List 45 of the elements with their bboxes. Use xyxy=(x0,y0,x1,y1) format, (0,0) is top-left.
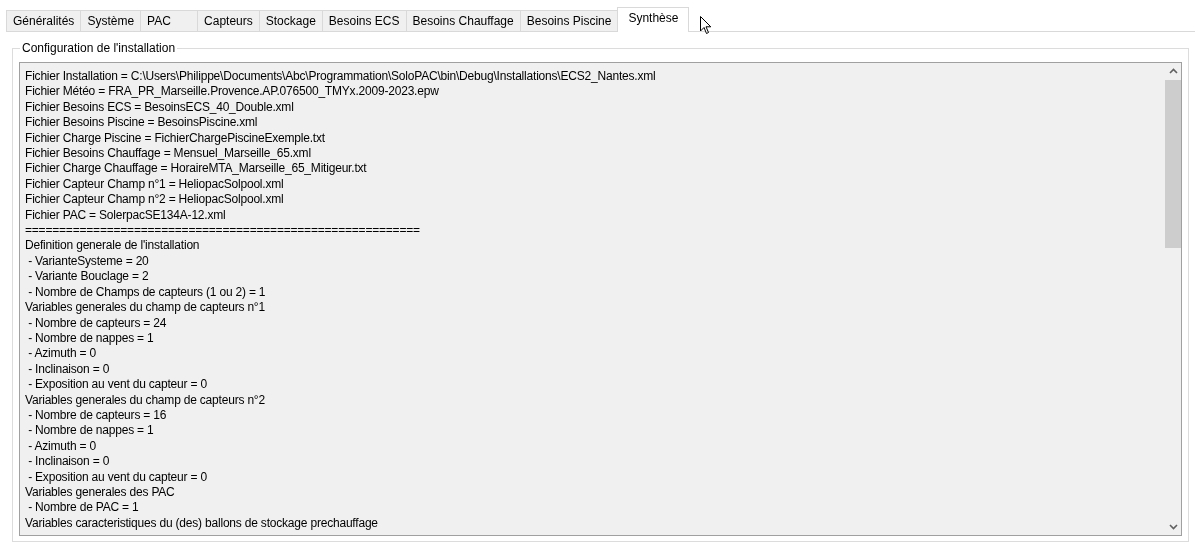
text-line: - Nombre de capteurs = 24 xyxy=(27,315,168,331)
tab[interactable]: Généralités xyxy=(6,10,82,31)
tab[interactable]: Besoins ECS xyxy=(321,10,407,31)
tab[interactable]: Capteurs xyxy=(197,10,260,31)
tab[interactable]: Stockage xyxy=(258,10,323,31)
text-line: Variables generales du champ de capteurs n°2 xyxy=(25,392,266,408)
text-line: Fichier Météo = FRA_PR_Marseille.Provence.AP.076500_TMYx.2009-2023.epw xyxy=(25,84,440,100)
text-line: Definition generale de l'installation xyxy=(25,238,201,254)
tab[interactable]: Besoins Piscine xyxy=(519,10,619,31)
text-line: - Nombre de nappes = 1 xyxy=(27,330,155,347)
text-line: Variables generales du champ de capteurs n°1 xyxy=(25,300,266,316)
scroll-down-icon[interactable] xyxy=(1168,524,1178,530)
text-line: Variables generales des PAC xyxy=(25,484,176,501)
text-line: - Azimuth = 0 xyxy=(27,346,97,362)
tab[interactable]: Besoins Chauffage xyxy=(405,10,521,31)
tab[interactable]: Synthèse xyxy=(617,7,690,32)
text-line: - Variante Bouclage = 2 xyxy=(27,269,150,285)
tab[interactable]: Système xyxy=(80,10,142,31)
text-line: - Exposition au vent du capteur = 0 xyxy=(27,377,208,393)
text-line: Fichier PAC = SolerpacSE134A-12.xml xyxy=(25,207,227,224)
text-line: - Exposition au vent du capteur = 0 xyxy=(27,469,208,485)
text-line: Fichier Installation = C:\Users\Philippe\Documents\Abc\Programmation\SoloPAC\bin\Debug\Installations\ECS2_Nantes.xml xyxy=(25,69,657,85)
text-line: ========================================================== xyxy=(25,223,421,239)
text-line: - Nombre de Champs de capteurs (1 ou 2) = 1 xyxy=(27,284,267,301)
tab[interactable]: PAC xyxy=(140,10,199,31)
text-line: - Nombre de capteurs = 16 xyxy=(27,407,168,424)
text-line: - Inclinaison = 0 xyxy=(27,361,111,378)
scroll-up-icon[interactable] xyxy=(1168,68,1178,74)
text-line: - Nombre de nappes = 1 xyxy=(27,423,155,439)
group-title: Configuration de l'installation xyxy=(20,41,178,55)
text-line: Fichier Besoins Chauffage = Mensuel_Marseille_65.xml xyxy=(25,146,312,162)
text-line: Fichier Capteur Champ n°2 = HeliopacSolpool.xml xyxy=(25,192,285,208)
text-line: Fichier Besoins ECS = BesoinsECS_40_Double.xml xyxy=(25,99,295,116)
text-line: Fichier Charge Piscine = FichierChargePiscineExemple.txt xyxy=(25,130,326,147)
text-line: Fichier Charge Chauffage = HoraireMTA_Marseille_65_Mitigeur.txt xyxy=(25,161,368,177)
text-line: - Azimuth = 0 xyxy=(27,438,97,455)
text-line: - Inclinaison = 0 xyxy=(27,454,111,470)
scrollbar-thumb[interactable] xyxy=(1165,80,1181,248)
text-line: - Nombre de PAC = 1 xyxy=(27,500,140,516)
text-line: - VarianteSysteme = 20 xyxy=(27,253,150,270)
text-area[interactable] xyxy=(19,62,1182,536)
text-line: Variables caracteristiques du (des) ballons de stockage prechauffage xyxy=(25,515,379,532)
mouse-cursor-icon xyxy=(700,16,712,35)
text-line: Fichier Besoins Piscine = BesoinsPiscine.xml xyxy=(25,115,259,131)
text-line: Fichier Capteur Champ n°1 = HeliopacSolpool.xml xyxy=(25,176,285,193)
